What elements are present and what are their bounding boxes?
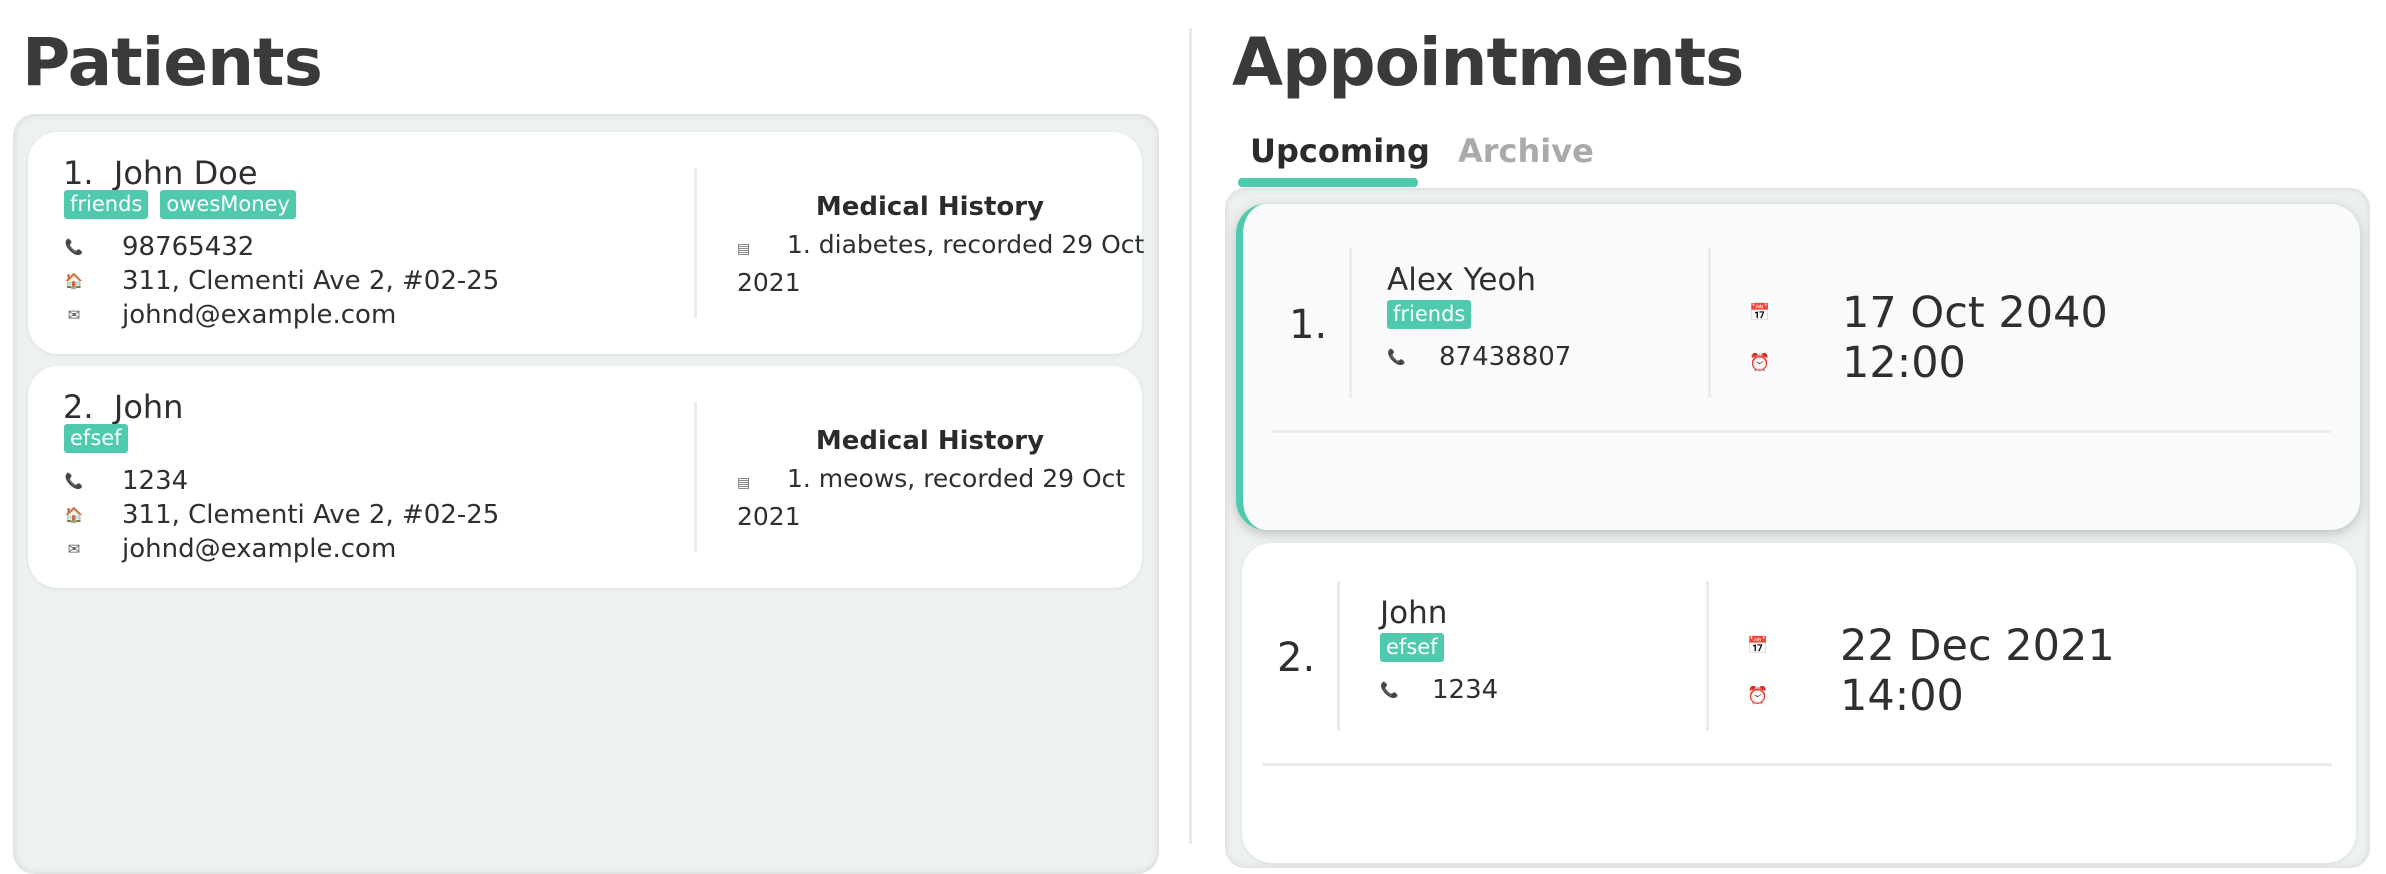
card-divider — [1708, 248, 1711, 398]
patient-address: 311, Clementi Ave 2, #02-25 — [122, 500, 500, 530]
appointment-date-row: 📅 17 Oct 2040 — [1748, 288, 2108, 338]
patient-phone: 1234 — [122, 466, 189, 496]
calendar-icon: 📅 — [1747, 636, 1769, 656]
patient-card[interactable]: 1. John Doe friends owesMoney 📞 98765432… — [28, 132, 1144, 354]
alarm-clock-icon: ⏰ — [1749, 353, 1771, 373]
card-divider — [1349, 248, 1352, 398]
appointment-patient-name: John — [1380, 595, 1448, 631]
card-divider — [694, 168, 697, 318]
patient-address: 311, Clementi Ave 2, #02-25 — [122, 266, 500, 296]
patient-name: 2. John — [63, 388, 184, 426]
tab-archive[interactable]: Archive — [1458, 132, 1594, 170]
appointment-date-row: 📅 22 Dec 2021 — [1746, 621, 2115, 671]
appointment-phone-row: 📞 1234 — [1380, 675, 1498, 705]
home-icon: 🏠 — [64, 506, 84, 524]
patient-name: 1. John Doe — [63, 154, 258, 192]
appointment-index: 1. — [1289, 302, 1328, 348]
patient-tags: friends owesMoney — [64, 190, 296, 219]
appointment-patient-name: Alex Yeoh — [1387, 262, 1537, 298]
card-divider — [1337, 581, 1340, 731]
tag: efsef — [64, 424, 128, 453]
card-divider — [694, 402, 697, 552]
appointment-phone: 87438807 — [1439, 342, 1572, 372]
appointment-phone: 1234 — [1432, 675, 1499, 705]
active-tab-indicator — [1238, 178, 1418, 187]
patient-phone-row: 📞 1234 — [64, 466, 189, 496]
medical-history-title: Medical History — [815, 192, 1045, 222]
phone-icon: 📞 — [64, 472, 84, 490]
patient-address-row: 🏠 311, Clementi Ave 2, #02-25 — [64, 266, 500, 296]
tab-upcoming[interactable]: Upcoming — [1250, 132, 1430, 170]
medical-history-entry: ▤ 1. diabetes, recorded 29 Oct 2021 — [737, 230, 1145, 297]
pane-divider[interactable] — [1189, 28, 1192, 844]
card-divider — [1706, 581, 1709, 731]
appointment-card[interactable]: 2. John efsef 📞 1234 📅 22 Dec 2021 ⏰ 14:… — [1242, 543, 2356, 863]
patient-email-row: ✉ johnd@example.com — [64, 534, 397, 564]
appointment-date: 17 Oct 2040 — [1842, 288, 2108, 338]
appointment-tags: friends — [1387, 300, 1472, 329]
patients-title: Patients — [22, 24, 323, 101]
patient-address-row: 🏠 311, Clementi Ave 2, #02-25 — [64, 500, 500, 530]
patient-email-row: ✉ johnd@example.com — [64, 300, 397, 330]
patient-email: johnd@example.com — [122, 300, 397, 330]
medical-record-icon: ▤ — [737, 241, 751, 257]
alarm-clock-icon: ⏰ — [1747, 686, 1769, 706]
email-icon: ✉ — [67, 306, 81, 324]
appointment-card-selected[interactable]: 1. Alex Yeoh friends 📞 87438807 📅 17 Oct… — [1236, 204, 2360, 530]
calendar-icon: 📅 — [1749, 303, 1771, 323]
appointment-time-row: ⏰ 14:00 — [1746, 671, 1964, 721]
patient-tags: efsef — [64, 424, 128, 453]
home-icon: 🏠 — [64, 272, 84, 290]
appointment-time-row: ⏰ 12:00 — [1748, 338, 1966, 388]
tag: owesMoney — [160, 190, 296, 219]
phone-icon: 📞 — [64, 238, 84, 256]
appointments-title: Appointments — [1232, 24, 1744, 101]
card-separator — [1262, 763, 2332, 766]
medical-history-title: Medical History — [815, 426, 1045, 456]
appointment-tags: efsef — [1380, 633, 1444, 662]
patient-email: johnd@example.com — [122, 534, 397, 564]
phone-icon: 📞 — [1380, 681, 1399, 699]
patient-phone-row: 📞 98765432 — [64, 232, 255, 262]
medical-history-entry: ▤ 1. meows, recorded 29 Oct 2021 — [737, 464, 1126, 531]
appointment-time: 12:00 — [1842, 338, 1966, 388]
medical-record-icon: ▤ — [737, 475, 751, 491]
appointment-date: 22 Dec 2021 — [1840, 621, 2115, 671]
patient-phone: 98765432 — [122, 232, 255, 262]
email-icon: ✉ — [67, 540, 81, 558]
patient-card[interactable]: 2. John efsef 📞 1234 🏠 311, Clementi Ave… — [28, 366, 1142, 588]
tag: friends — [1387, 300, 1472, 329]
phone-icon: 📞 — [1387, 348, 1406, 366]
tag: efsef — [1380, 633, 1444, 662]
card-separator — [1271, 430, 2331, 433]
appointment-time: 14:00 — [1840, 671, 1964, 721]
appointment-index: 2. — [1277, 635, 1316, 681]
tag: friends — [64, 190, 149, 219]
appointment-phone-row: 📞 87438807 — [1387, 342, 1571, 372]
